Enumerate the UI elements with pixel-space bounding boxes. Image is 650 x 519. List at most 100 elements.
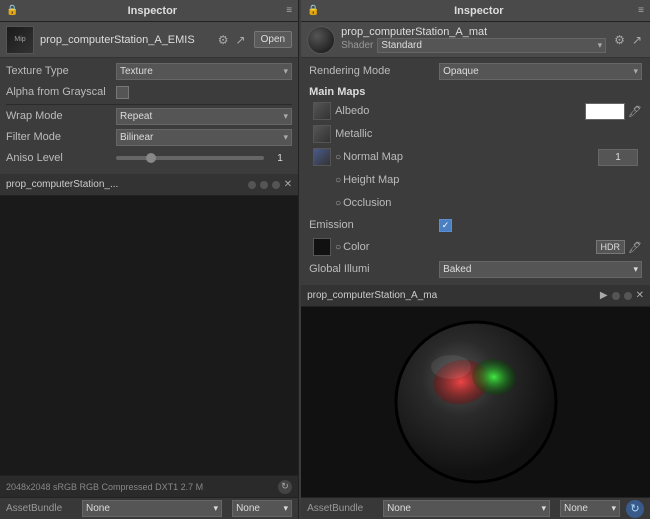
left-preview-dot3 [272,181,280,189]
occlusion-label: Occlusion [343,197,642,209]
left-status-text: 2048x2048 sRGB RGB Compressed DXT1 2.7 M [6,482,203,492]
left-asset-icons: ⚙ ↗ [216,32,248,48]
occlusion-row: ○ Occlusion [309,193,642,213]
right-asset-icons: ⚙ ↗ [612,32,644,48]
left-inspector-header: 🔒 Inspector ≡ [0,0,298,22]
alpha-label: Alpha from Grayscal [6,86,116,98]
right-form: Rendering Mode Opaque Main Maps Albedo 🖊… [301,58,650,285]
normal-map-prefix: ○ [335,152,341,163]
left-status-bar: 2048x2048 sRGB RGB Compressed DXT1 2.7 M… [0,475,298,497]
emission-checkbox[interactable]: ✓ [439,219,452,232]
main-maps-header: Main Maps [309,83,642,101]
right-settings-icon[interactable]: ⚙ [612,32,627,48]
left-preview-dot1 [248,181,256,189]
left-form-section: Texture Type Texture Alpha from Grayscal… [0,58,298,174]
right-preview-close[interactable]: ✕ [636,290,644,301]
right-ab-value2: None [564,503,588,514]
left-inspector-panel: 🔒 Inspector ≡ Mip prop_computerStation_A… [0,0,299,519]
texture-type-select[interactable]: Texture [116,63,292,80]
emission-row: Emission ✓ [309,216,642,234]
right-status-icon[interactable]: ↻ [626,500,644,518]
color-eyedropper-icon[interactable]: 🖊 [628,241,642,254]
occlusion-prefix: ○ [335,198,341,209]
right-mat-preview: prop_computerStation_A_ma ▶ ✕ [301,285,650,497]
right-asset-name: prop_computerStation_A_mat [341,26,606,38]
left-ab-value2: None [236,503,260,514]
albedo-color-swatch[interactable] [585,103,625,120]
left-asset-thumbnail: Mip [6,26,34,54]
albedo-eyedropper-icon[interactable]: 🖊 [628,105,642,118]
height-map-row: ○ Height Map [309,170,642,190]
left-info-icon[interactable]: ↗ [234,32,248,48]
albedo-thumb[interactable] [313,102,331,120]
right-lock-icon[interactable]: 🔒 [307,5,319,16]
rendering-mode-label: Rendering Mode [309,65,439,77]
albedo-row: Albedo 🖊 [309,101,642,121]
normal-map-label: Normal Map [343,151,598,163]
hdr-button[interactable]: HDR [596,240,626,254]
right-play-button[interactable]: ▶ [600,290,608,301]
global-illum-row: Global Illumi Baked [309,260,642,278]
color-row: ○ Color HDR 🖊 [309,237,642,257]
left-ab-select2[interactable]: None [232,500,292,517]
right-shader-label: Shader [341,40,373,51]
right-inspector-title: Inspector [324,5,635,17]
left-settings-icon[interactable]: ⚙ [216,32,231,48]
right-ab-select1[interactable]: None [383,500,550,517]
filter-mode-row: Filter Mode Bilinear [6,128,292,146]
right-preview-title: prop_computerStation_A_ma [307,290,596,301]
right-menu-icon[interactable]: ≡ [638,5,644,16]
global-illum-label: Global Illumi [309,263,439,275]
rendering-mode-select[interactable]: Opaque [439,63,642,80]
left-ab-value1: None [86,503,110,514]
normal-map-thumb[interactable] [313,148,331,166]
texture-type-label: Texture Type [6,65,116,77]
emission-label: Emission [309,219,439,231]
metallic-label: Metallic [335,128,642,140]
aniso-row: Aniso Level 1 [6,149,292,167]
albedo-label: Albedo [335,105,585,117]
normal-map-value[interactable]: 1 [598,149,638,166]
right-ab-label: AssetBundle [307,503,377,514]
filter-mode-label: Filter Mode [6,131,116,143]
alpha-row: Alpha from Grayscal [6,83,292,101]
right-shader-value: Standard [381,40,422,51]
left-inspector-title: Inspector [22,5,282,17]
left-lock-icon[interactable]: 🔒 [6,5,18,16]
wrap-mode-value: Repeat [120,111,152,122]
left-ab-select1[interactable]: None [82,500,222,517]
left-menu-icon[interactable]: ≡ [286,5,292,16]
left-preview-title: prop_computerStation_... [6,179,244,190]
wrap-mode-row: Wrap Mode Repeat [6,107,292,125]
left-preview-close[interactable]: ✕ [284,179,292,190]
left-preview-dot2 [260,181,268,189]
global-illum-select[interactable]: Baked [439,261,642,278]
height-map-prefix: ○ [335,175,341,186]
filter-mode-select[interactable]: Bilinear [116,129,292,146]
global-illum-value: Baked [443,264,471,275]
right-asset-name-row: prop_computerStation_A_mat Shader Standa… [301,22,650,58]
alpha-checkbox[interactable] [116,86,129,99]
right-info-icon[interactable]: ↗ [630,32,644,48]
color-prefix: ○ [335,242,341,253]
color-label: Color [343,241,595,253]
left-open-button[interactable]: Open [254,31,292,48]
texture-type-row: Texture Type Texture [6,62,292,80]
left-preview-area: prop_computerStation_... ✕ Mip 3 [0,174,298,475]
aniso-slider[interactable] [116,156,264,160]
wrap-mode-select[interactable]: Repeat [116,108,292,125]
height-map-label: Height Map [343,174,642,186]
metallic-thumb[interactable] [313,125,331,143]
aniso-label: Aniso Level [6,152,116,164]
right-inspector-panel: 🔒 Inspector ≡ prop_computerStation_A_mat… [301,0,650,519]
color-thumb[interactable] [313,238,331,256]
left-asset-name-row: Mip prop_computerStation_A_EMIS ⚙ ↗ Open [0,22,298,58]
left-status-icon[interactable]: ↻ [278,480,292,494]
right-shader-select[interactable]: Standard [377,38,606,53]
right-ab-select2[interactable]: None [560,500,620,517]
texture-type-value: Texture [120,66,153,77]
right-preview-header: prop_computerStation_A_ma ▶ ✕ [301,285,650,307]
left-ab-label: AssetBundle [6,503,76,514]
right-asset-bundle-row: AssetBundle None None ↻ [301,497,650,519]
wrap-mode-label: Wrap Mode [6,110,116,122]
